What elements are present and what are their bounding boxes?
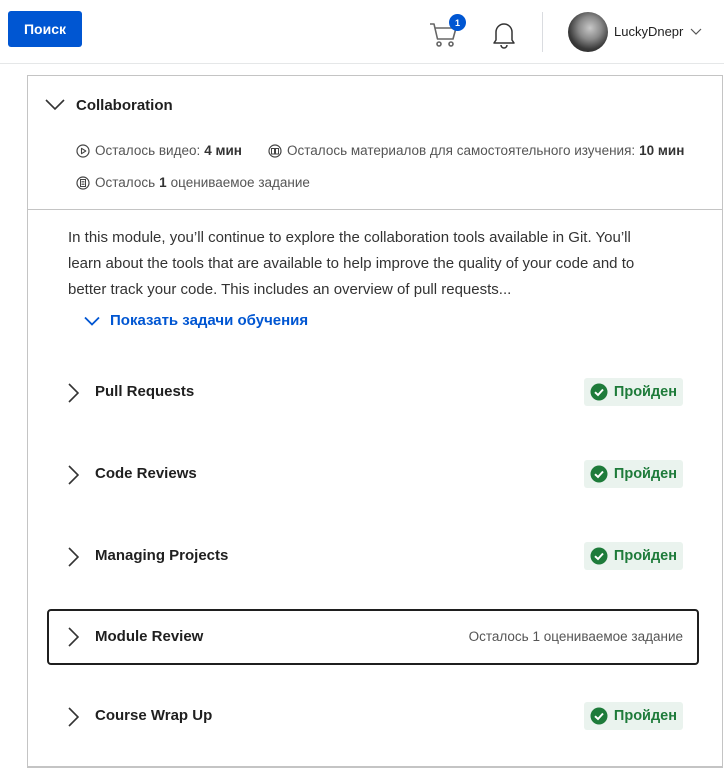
bell-icon [493, 23, 515, 49]
reading-remaining: Осталось материалов для самостоятельного… [268, 143, 684, 158]
check-circle-icon [590, 547, 608, 565]
lesson-pull-requests[interactable]: Pull Requests Пройден [47, 365, 699, 421]
show-learning-objectives-label: Показать задачи обучения [110, 312, 309, 329]
show-learning-objectives-link[interactable]: Показать задачи обучения [84, 312, 308, 329]
username[interactable]: LuckyDnepr [614, 24, 683, 39]
chevron-right-icon [68, 465, 79, 485]
graded-suffix: оцениваемое задание [170, 175, 310, 190]
chevron-down-icon[interactable] [690, 26, 702, 36]
graded-remaining: Осталось 1 оцениваемое задание [76, 175, 310, 190]
chevron-right-icon [68, 707, 79, 727]
status-badge: Пройден [583, 378, 683, 406]
top-header: Поиск 1 LuckyDnepr [0, 0, 724, 64]
graded-remaining-text: Осталось 1 оцениваемое задание [468, 629, 683, 644]
video-remaining: Осталось видео: 4 мин [76, 143, 242, 158]
chevron-right-icon [68, 627, 79, 647]
module-header[interactable]: Collaboration Осталось видео: 4 мин Оста… [28, 76, 722, 210]
lesson-code-reviews[interactable]: Code Reviews Пройден [47, 447, 699, 503]
module-card: Collaboration Осталось видео: 4 мин Оста… [27, 75, 723, 768]
chevron-down-icon [84, 316, 100, 326]
lesson-title: Module Review [95, 628, 204, 645]
video-value: 4 мин [204, 143, 242, 158]
cart-button[interactable]: 1 [428, 14, 466, 50]
assignment-icon [76, 175, 90, 190]
video-label: Осталось видео: [95, 143, 201, 158]
lesson-title: Code Reviews [95, 465, 197, 482]
header-divider [542, 12, 543, 52]
cart-count-badge: 1 [449, 14, 466, 31]
book-icon [268, 143, 282, 158]
lesson-title: Pull Requests [95, 383, 195, 400]
module-description: In this module, you’ll continue to explo… [68, 229, 635, 298]
chevron-right-icon [68, 383, 79, 403]
lesson-managing-projects[interactable]: Managing Projects Пройден [47, 529, 699, 585]
status-label: Пройден [613, 548, 677, 564]
avatar[interactable] [568, 12, 608, 52]
lesson-module-review[interactable]: Module Review Осталось 1 оцениваемое зад… [47, 609, 699, 665]
check-circle-icon [590, 383, 608, 401]
graded-count: 1 [159, 175, 167, 190]
lesson-course-wrap-up[interactable]: Course Wrap Up Пройден [47, 689, 699, 745]
status-label: Пройден [613, 466, 677, 482]
chevron-down-icon[interactable] [45, 98, 65, 112]
reading-value: 10 мин [639, 143, 685, 158]
status-label: Пройден [613, 384, 677, 400]
chevron-right-icon [68, 547, 79, 567]
lesson-title: Course Wrap Up [95, 707, 213, 724]
graded-prefix: Осталось [95, 175, 156, 190]
notifications-button[interactable] [490, 19, 518, 49]
status-badge: Пройден [583, 460, 683, 488]
check-circle-icon [590, 707, 608, 725]
status-label: Пройден [613, 708, 677, 724]
module-title: Collaboration [76, 97, 173, 114]
search-button[interactable]: Поиск [8, 11, 82, 47]
status-badge: Пройден [583, 702, 683, 730]
play-circle-icon [76, 143, 90, 158]
lesson-title: Managing Projects [95, 547, 229, 564]
reading-label: Осталось материалов для самостоятельного… [287, 143, 636, 158]
status-badge: Пройден [583, 542, 683, 570]
check-circle-icon [590, 465, 608, 483]
